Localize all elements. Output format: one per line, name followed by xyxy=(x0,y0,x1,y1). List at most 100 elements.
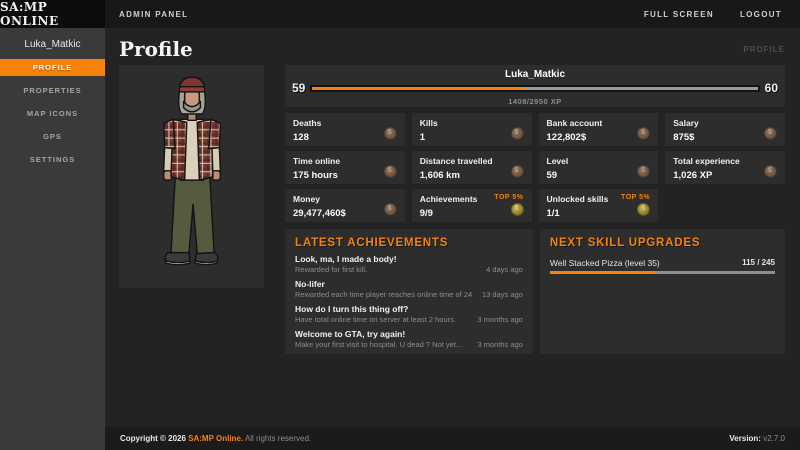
achievement-item: No-lifer Rewarded each time player reach… xyxy=(295,279,523,299)
player-character-card xyxy=(119,65,264,288)
achievement-item: Look, ma, I made a body! Rewarded for fi… xyxy=(295,254,523,274)
skill-item: Well Stacked Pizza (level 35) 115 / 245 xyxy=(550,258,775,274)
achievement-title: No-lifer xyxy=(295,279,523,289)
sidebar-item-properties[interactable]: PROPERTIES xyxy=(0,82,105,99)
player-character-image xyxy=(142,72,242,282)
xp-text: 1408/2950 XP xyxy=(292,97,778,106)
stat-value: 875$ xyxy=(673,132,777,143)
stat-card-achievements: Achievements TOP 5% 9/9 xyxy=(412,189,532,222)
achievement-item: Welcome to GTA, try again! Make your fir… xyxy=(295,329,523,349)
achievement-title: Welcome to GTA, try again! xyxy=(295,329,523,339)
skill-progress-bar xyxy=(550,271,775,274)
stat-label: Level xyxy=(547,156,651,166)
coin-icon xyxy=(384,203,397,216)
sidebar-item-profile[interactable]: PROFILE xyxy=(0,59,105,76)
achievement-timestamp: 13 days ago xyxy=(482,290,523,299)
latest-achievements-panel: LATEST ACHIEVEMENTS Look, ma, I made a b… xyxy=(285,229,533,354)
logout-button[interactable]: LOGOUT xyxy=(740,10,782,19)
stat-label: Deaths xyxy=(293,118,397,128)
stats-grid: Deaths 128 Kills 1 Bank account 122,802$ xyxy=(285,113,785,222)
top-bar: SA:MP ONLINE ADMIN PANEL FULL SCREEN LOG… xyxy=(0,0,800,28)
full-screen-button[interactable]: FULL SCREEN xyxy=(644,10,714,19)
coin-gold-icon xyxy=(511,203,524,216)
stat-card-time-online: Time online 175 hours xyxy=(285,151,405,184)
stat-label: Time online xyxy=(293,156,397,166)
main-content: Profile PROFILE xyxy=(105,28,800,427)
stat-card-deaths: Deaths 128 xyxy=(285,113,405,146)
topbar-actions: FULL SCREEN LOGOUT xyxy=(644,10,800,19)
sidebar-item-map-icons[interactable]: MAP ICONS xyxy=(0,105,105,122)
coin-icon xyxy=(764,165,777,178)
level-current: 59 xyxy=(292,81,305,95)
coin-icon xyxy=(511,127,524,140)
achievement-description: Rewarded each time player reaches online… xyxy=(295,290,474,299)
stat-value: 9/9 xyxy=(420,208,524,219)
achievement-item: How do I turn this thing off? Have total… xyxy=(295,304,523,324)
coin-icon xyxy=(384,165,397,178)
stat-value: 59 xyxy=(547,170,651,181)
sidebar-username: Luka_Matkic xyxy=(0,28,105,59)
page-title: Profile xyxy=(119,37,193,61)
achievement-description: Make your first visit to hospital. U dea… xyxy=(295,340,469,349)
stat-card-kills: Kills 1 xyxy=(412,113,532,146)
stat-label: Total experience xyxy=(673,156,777,166)
achievement-timestamp: 3 months ago xyxy=(477,340,522,349)
app-logo-text: SA:MP ONLINE xyxy=(0,0,105,28)
stat-value: 122,802$ xyxy=(547,132,651,143)
xp-progress-bar xyxy=(310,85,759,92)
stat-value: 175 hours xyxy=(293,170,397,181)
stat-card-distance-travelled: Distance travelled 1,606 km xyxy=(412,151,532,184)
footer: Copyright © 2026 SA:MP Online. All right… xyxy=(105,427,800,450)
level-next: 60 xyxy=(765,81,778,95)
achievement-title: Look, ma, I made a body! xyxy=(295,254,523,264)
coin-icon xyxy=(511,165,524,178)
admin-panel-link[interactable]: ADMIN PANEL xyxy=(119,10,188,19)
stat-value: 1,026 XP xyxy=(673,170,777,181)
stat-value: 128 xyxy=(293,132,397,143)
stat-card-salary: Salary 875$ xyxy=(665,113,785,146)
stat-label: Bank account xyxy=(547,118,651,128)
next-skill-upgrades-panel: NEXT SKILL UPGRADES Well Stacked Pizza (… xyxy=(540,229,785,354)
top-percent-badge: TOP 5% xyxy=(494,194,523,201)
next-skill-upgrades-heading: NEXT SKILL UPGRADES xyxy=(550,237,775,249)
stat-label: Kills xyxy=(420,118,524,128)
copyright-suffix: All rights reserved. xyxy=(243,434,311,443)
skill-progress-fill xyxy=(550,271,656,274)
stat-card-bank-account: Bank account 122,802$ xyxy=(539,113,659,146)
stat-value: 1,606 km xyxy=(420,170,524,181)
skill-progress-text: 115 / 245 xyxy=(742,258,775,268)
skill-name: Well Stacked Pizza (level 35) xyxy=(550,258,742,268)
stat-label: Distance travelled xyxy=(420,156,524,166)
app-logo[interactable]: SA:MP ONLINE xyxy=(0,0,105,28)
sidebar-item-settings[interactable]: SETTINGS xyxy=(0,151,105,168)
latest-achievements-heading: LATEST ACHIEVEMENTS xyxy=(295,237,523,249)
version-value: v2.7.0 xyxy=(761,434,785,443)
breadcrumb: PROFILE xyxy=(743,45,785,54)
stat-value: 29,477,460$ xyxy=(293,208,397,219)
version-text: Version: v2.7.0 xyxy=(729,434,785,443)
achievement-timestamp: 3 months ago xyxy=(477,315,522,324)
stat-label: Salary xyxy=(673,118,777,128)
achievement-title: How do I turn this thing off? xyxy=(295,304,523,314)
copyright-prefix: Copyright © 2026 xyxy=(120,434,188,443)
stat-card-unlocked-skills: Unlocked skills TOP 5% 1/1 xyxy=(539,189,659,222)
stat-value: 1/1 xyxy=(547,208,651,219)
stat-card-money: Money 29,477,460$ xyxy=(285,189,405,222)
brand-name: SA:MP Online. xyxy=(188,434,243,443)
xp-card: Luka_Matkic 59 60 1408/2950 XP xyxy=(285,65,785,107)
player-name: Luka_Matkic xyxy=(292,69,778,80)
app-window: SA:MP ONLINE ADMIN PANEL FULL SCREEN LOG… xyxy=(0,0,800,450)
sidebar: Luka_Matkic PROFILE PROPERTIES MAP ICONS… xyxy=(0,28,105,450)
xp-progress-fill xyxy=(312,87,524,90)
achievement-timestamp: 4 days ago xyxy=(486,265,523,274)
version-label: Version: xyxy=(729,434,761,443)
sidebar-item-gps[interactable]: GPS xyxy=(0,128,105,145)
stat-label: Money xyxy=(293,194,397,204)
copyright-text: Copyright © 2026 SA:MP Online. All right… xyxy=(120,434,311,443)
stat-value: 1 xyxy=(420,132,524,143)
coin-icon xyxy=(384,127,397,140)
achievement-description: Rewarded for first kill. xyxy=(295,265,478,274)
stat-card-total-experience: Total experience 1,026 XP xyxy=(665,151,785,184)
top-percent-badge: TOP 5% xyxy=(621,194,650,201)
coin-icon xyxy=(764,127,777,140)
